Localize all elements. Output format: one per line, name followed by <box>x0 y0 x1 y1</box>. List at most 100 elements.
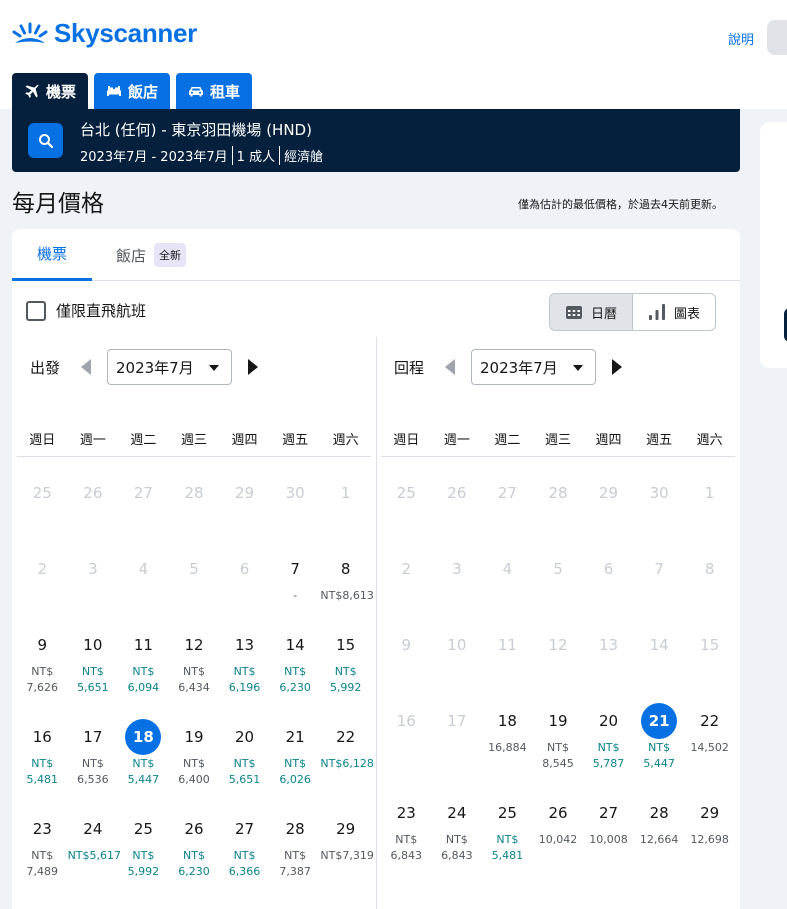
day-price: NT$8,613 <box>320 589 374 602</box>
departure-day-cell[interactable]: 20 NT$ 5,651 <box>219 719 270 788</box>
departure-day-cell: 29 <box>219 475 270 511</box>
departure-day-cell[interactable]: 23 NT$ 7,489 <box>17 811 68 880</box>
day-price: NT$ <box>132 757 155 770</box>
weekday-header: 週二 <box>130 433 157 448</box>
calendar-view-button[interactable]: 日曆 <box>550 294 633 330</box>
departure-day-cell[interactable]: 11 NT$ 6,094 <box>118 627 169 696</box>
day-price: NT$ <box>183 757 205 770</box>
day-price: NT$ <box>31 849 54 862</box>
tab-car-hire[interactable]: 租車 <box>176 73 253 109</box>
product-tabs: 機票 飯店 租車 <box>12 73 258 109</box>
day-number: 7 <box>290 560 300 578</box>
departure-day-cell[interactable]: 13 NT$ 6,196 <box>219 627 270 696</box>
return-day-cell[interactable]: 21 NT$ 5,447 <box>634 703 685 772</box>
return-day-cell[interactable]: 26 10,042 <box>533 795 584 848</box>
day-number: 11 <box>133 636 153 654</box>
day-price: NT$ <box>334 665 357 678</box>
day-price: 5,787 <box>592 757 625 770</box>
day-price: NT$ <box>81 757 104 770</box>
departure-day-cell: 6 <box>219 551 270 587</box>
departure-day-cell[interactable]: 16 NT$ 5,481 <box>17 719 68 788</box>
tab-monthly-flights[interactable]: 機票 <box>12 229 92 281</box>
day-number: 19 <box>184 728 204 746</box>
return-day-cell: 27 <box>482 475 533 511</box>
chart-view-button[interactable]: 圖表 <box>633 294 715 330</box>
weekday-header: 週六 <box>332 433 359 448</box>
tab-monthly-flights-label: 機票 <box>36 245 67 263</box>
day-number: 2 <box>401 560 412 578</box>
departure-day-cell[interactable]: 19 NT$ 6,400 <box>169 719 220 788</box>
return-day-cell[interactable]: 18 16,884 <box>482 703 533 756</box>
day-price: NT$ <box>284 665 307 678</box>
departure-month-select[interactable]: 2023年7月 <box>107 349 232 385</box>
day-number: 25 <box>396 484 416 502</box>
return-day-cell: 26 <box>432 475 483 511</box>
return-month-select[interactable]: 2023年7月 <box>471 349 596 385</box>
departure-day-cell[interactable]: 7- <box>270 551 321 604</box>
skyscanner-logo[interactable]: Skyscanner <box>12 18 197 49</box>
account-button[interactable] <box>767 20 787 55</box>
direct-only-filter[interactable]: 僅限直飛航班 <box>26 300 146 321</box>
monthly-prices-card: 機票 飯店 全新 僅限直飛航班 日曆 圖表 出發 2023年7月 週日 週一 週… <box>12 229 740 909</box>
search-summary-bar[interactable]: 台北 (任何) - 東京羽田機場 (HND) 2023年7月 - 2023年7月… <box>12 109 740 172</box>
day-number: 10 <box>83 636 103 654</box>
day-number: 26 <box>447 484 467 502</box>
departure-day-cell[interactable]: 8 NT$8,613 <box>320 551 374 604</box>
tab-flights[interactable]: 機票 <box>12 73 89 109</box>
caret-down-icon <box>573 365 583 371</box>
day-number: 28 <box>649 804 669 822</box>
price-disclaimer: 僅為估計的最低價格，於過去4天前更新。 <box>518 198 723 211</box>
departure-day-cell[interactable]: 29 NT$7,319 <box>320 811 373 864</box>
return-day-cell[interactable]: 29 12,698 <box>684 795 735 848</box>
day-price: NT$ <box>284 849 307 862</box>
return-day-cell[interactable]: 27 10,008 <box>583 795 634 848</box>
bed-icon <box>107 86 122 96</box>
departure-day-cell[interactable]: 10 NT$ 5,651 <box>68 627 119 696</box>
search-button[interactable] <box>28 123 63 158</box>
return-day-cell[interactable]: 19 NT$ 8,545 <box>533 703 584 772</box>
day-number: 27 <box>235 820 255 838</box>
departure-day-cell[interactable]: 28 NT$ 7,387 <box>270 811 321 880</box>
day-price: 6,843 <box>390 849 423 862</box>
departure-day-cell[interactable]: 25 NT$ 5,992 <box>118 811 169 880</box>
tab-hotels[interactable]: 飯店 <box>94 73 171 109</box>
departure-day-cell[interactable]: 17 NT$ 6,536 <box>68 719 119 788</box>
day-price: NT$ <box>395 833 418 846</box>
day-number: 20 <box>235 728 255 746</box>
bar-chart-icon <box>648 304 665 320</box>
return-day-cell[interactable]: 25 NT$ 5,481 <box>482 795 533 864</box>
departure-day-cell[interactable]: 27 NT$ 6,366 <box>219 811 270 880</box>
side-panel <box>760 122 787 368</box>
departure-day-cell[interactable]: 24 NT$5,617 <box>68 811 121 864</box>
departure-day-cell[interactable]: 14 NT$ 6,230 <box>270 627 321 696</box>
departure-day-cell[interactable]: 22 NT$6,128 <box>320 719 373 772</box>
return-day-cell[interactable]: 24 NT$ 6,843 <box>432 795 483 864</box>
departure-day-cell[interactable]: 9 NT$ 7,626 <box>17 627 68 696</box>
day-number: 22 <box>336 728 356 746</box>
day-price: 5,447 <box>127 773 160 786</box>
day-number: 30 <box>285 484 305 502</box>
return-day-cell[interactable]: 28 12,664 <box>634 795 685 848</box>
day-price: 7,489 <box>26 865 59 878</box>
return-day-cell[interactable]: 20 NT$ 5,787 <box>583 703 634 772</box>
departure-prev-month-icon[interactable] <box>81 359 91 375</box>
return-next-month-icon[interactable] <box>612 359 622 375</box>
day-price: 6,536 <box>77 773 109 786</box>
departure-day-cell[interactable]: 12 NT$ 6,434 <box>169 627 220 696</box>
departure-day-cell[interactable]: 21 NT$ 6,026 <box>270 719 321 788</box>
return-prev-month-icon[interactable] <box>445 359 455 375</box>
day-number: 19 <box>548 712 568 730</box>
departure-next-month-icon[interactable] <box>248 359 258 375</box>
departure-day-cell[interactable]: 15 NT$ 5,992 <box>320 627 371 696</box>
departure-day-cell[interactable]: 26 NT$ 6,230 <box>169 811 220 880</box>
return-day-cell[interactable]: 22 14,502 <box>684 703 735 756</box>
departure-day-cell: 1 <box>320 475 371 511</box>
tab-monthly-hotels[interactable]: 飯店 全新 <box>116 229 187 281</box>
return-day-cell[interactable]: 23 NT$ 6,843 <box>381 795 432 864</box>
day-price: 12,698 <box>690 833 729 846</box>
departure-day-cell: 25 <box>17 475 68 511</box>
return-day-cell: 5 <box>533 551 584 587</box>
direct-only-checkbox[interactable] <box>26 300 46 321</box>
departure-day-cell[interactable]: 18 NT$ 5,447 <box>118 719 169 788</box>
help-link[interactable]: 說明 <box>728 29 754 48</box>
